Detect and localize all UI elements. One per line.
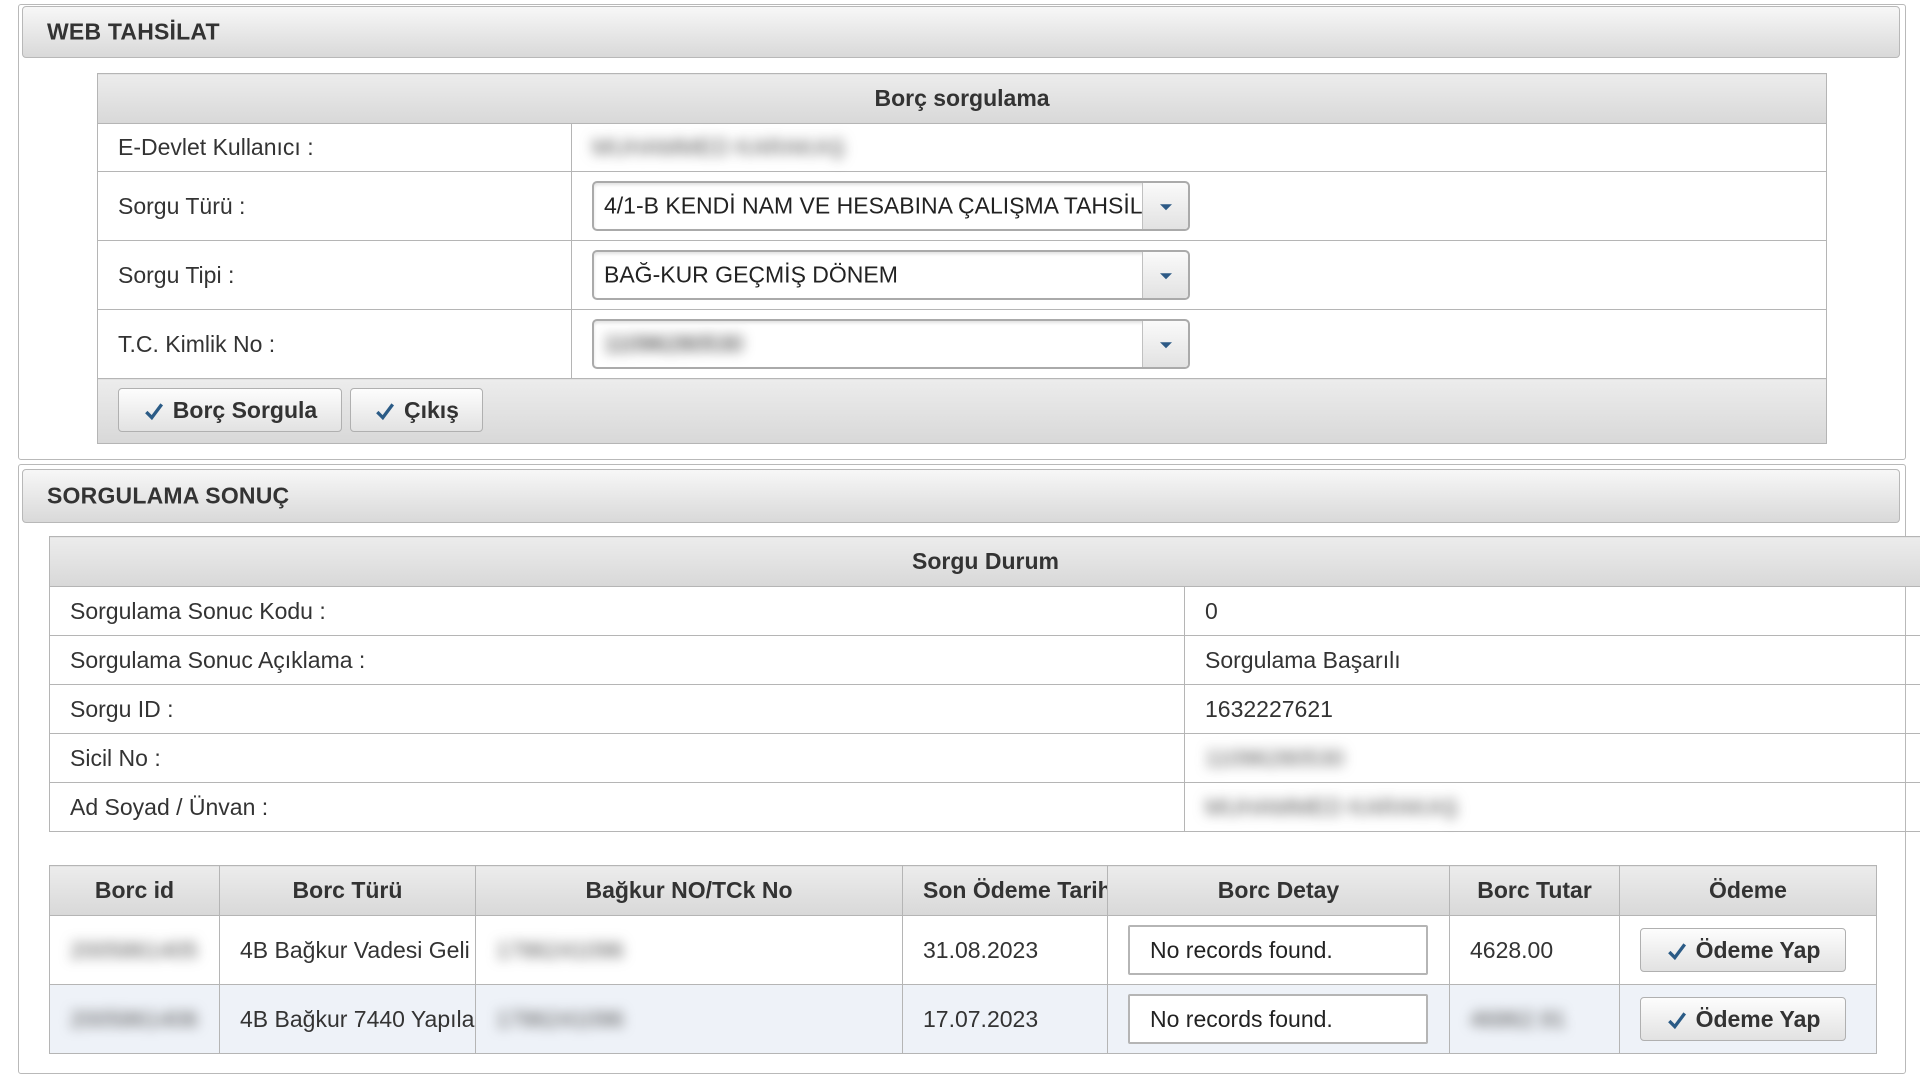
tc-kimlik-value: 11096280530 — [604, 330, 743, 357]
borc-sorgula-label: Borç Sorgula — [172, 396, 318, 423]
sorgu-durum-table: Sorgu Durum Sorgulama Sonuc Kodu : 0 Sor… — [48, 536, 1920, 832]
edevlet-user-value: MUHAMMED KARAKAŞ — [592, 134, 846, 160]
sorgu-tipi-value: BAĞ-KUR GEÇMİŞ DÖNEM — [604, 261, 898, 288]
son-odeme-cell: 31.08.2023 — [902, 915, 1108, 985]
cikis-label: Çıkış — [404, 396, 459, 423]
web-tahsilat-header: WEB TAHSİLAT — [22, 6, 1900, 58]
status-label: Sicil No : — [49, 733, 1185, 783]
tc-kimlik-select[interactable]: 11096280530 — [592, 319, 1190, 369]
status-value: Sorgulama Başarılı — [1183, 635, 1920, 685]
check-icon — [1666, 940, 1686, 961]
sorgulama-sonuc-title: SORGULAMA SONUÇ — [47, 482, 290, 509]
status-value: 0 — [1183, 586, 1920, 636]
sorgu-turu-value: 4/1-B KENDİ NAM VE HESABINA ÇALIŞMA TAHS… — [604, 192, 1144, 219]
sorgu-turu-label: Sorgu Türü : — [97, 171, 572, 241]
odeme-yap-button[interactable]: Ödeme Yap — [1640, 997, 1846, 1041]
check-icon — [374, 400, 395, 421]
borc-list-table: Borc id Borc Türü Bağkur NO/TCk No Son Ö… — [49, 865, 1877, 1054]
status-value: 11096280530 — [1205, 744, 1344, 771]
column-header: Borc id — [49, 865, 220, 916]
status-label: Ad Soyad / Ünvan : — [49, 782, 1185, 832]
borc-turu-cell: 4B Bağkur Vadesi Geli — [219, 915, 476, 985]
column-header: Bağkur NO/TCk No — [475, 865, 903, 916]
column-header: Ödeme — [1619, 865, 1877, 916]
sorgu-tipi-select[interactable]: BAĞ-KUR GEÇMİŞ DÖNEM — [592, 250, 1190, 300]
borc-turu-cell: 4B Bağkur 7440 Yapıla — [219, 984, 476, 1054]
table-row: 2005861406 4B Bağkur 7440 Yapıla 1786241… — [49, 984, 1877, 1054]
web-tahsilat-title: WEB TAHSİLAT — [47, 18, 220, 45]
chevron-down-icon[interactable] — [1142, 321, 1188, 367]
status-label: Sorgulama Sonuc Açıklama : — [49, 635, 1185, 685]
check-icon — [143, 400, 163, 421]
column-header: Son Ödeme Tarih — [902, 865, 1108, 916]
tc-kimlik-label: T.C. Kimlik No : — [97, 309, 572, 379]
chevron-down-icon[interactable] — [1142, 252, 1188, 298]
borc-detay-cell: No records found. — [1128, 994, 1428, 1044]
odeme-yap-label: Ödeme Yap — [1695, 1005, 1821, 1032]
borc-sorgula-button[interactable]: Borç Sorgula — [118, 388, 342, 432]
form-header: Borç sorgulama — [96, 73, 1828, 124]
column-header: Borc Türü — [219, 865, 476, 916]
son-odeme-cell: 17.07.2023 — [902, 984, 1108, 1054]
status-label: Sorgulama Sonuc Kodu : — [49, 586, 1185, 636]
cikis-button[interactable]: Çıkış — [350, 388, 483, 432]
status-value: 1632227621 — [1183, 684, 1920, 734]
check-icon — [1666, 1009, 1686, 1030]
borc-id-cell: 2005861406 — [70, 1005, 198, 1032]
borc-id-cell: 2005861405 — [70, 936, 198, 963]
status-label: Sorgu ID : — [49, 684, 1185, 734]
table-row: 2005861405 4B Bağkur Vadesi Geli 1786241… — [49, 915, 1877, 985]
sorgu-turu-select[interactable]: 4/1-B KENDİ NAM VE HESABINA ÇALIŞMA TAHS… — [592, 181, 1190, 231]
sorgulama-sonuc-header: SORGULAMA SONUÇ — [22, 469, 1900, 523]
borc-tutar-cell: 46862.91 — [1470, 1005, 1566, 1032]
column-header: Borc Tutar — [1449, 865, 1620, 916]
sorgu-durum-header: Sorgu Durum — [48, 536, 1920, 587]
edevlet-user-label: E-Devlet Kullanıcı : — [97, 123, 572, 172]
bagkur-no-cell: 1786241096 — [496, 1005, 624, 1032]
column-header: Borc Detay — [1107, 865, 1450, 916]
borc-tutar-cell: 4628.00 — [1449, 915, 1620, 985]
status-value: MUHAMMED KARAKAŞ — [1205, 793, 1459, 820]
borc-detay-cell: No records found. — [1128, 925, 1428, 975]
odeme-yap-label: Ödeme Yap — [1695, 936, 1821, 963]
odeme-yap-button[interactable]: Ödeme Yap — [1640, 928, 1846, 972]
chevron-down-icon[interactable] — [1142, 183, 1188, 229]
sorgu-tipi-label: Sorgu Tipi : — [97, 240, 572, 310]
bagkur-no-cell: 1786241096 — [496, 936, 624, 963]
